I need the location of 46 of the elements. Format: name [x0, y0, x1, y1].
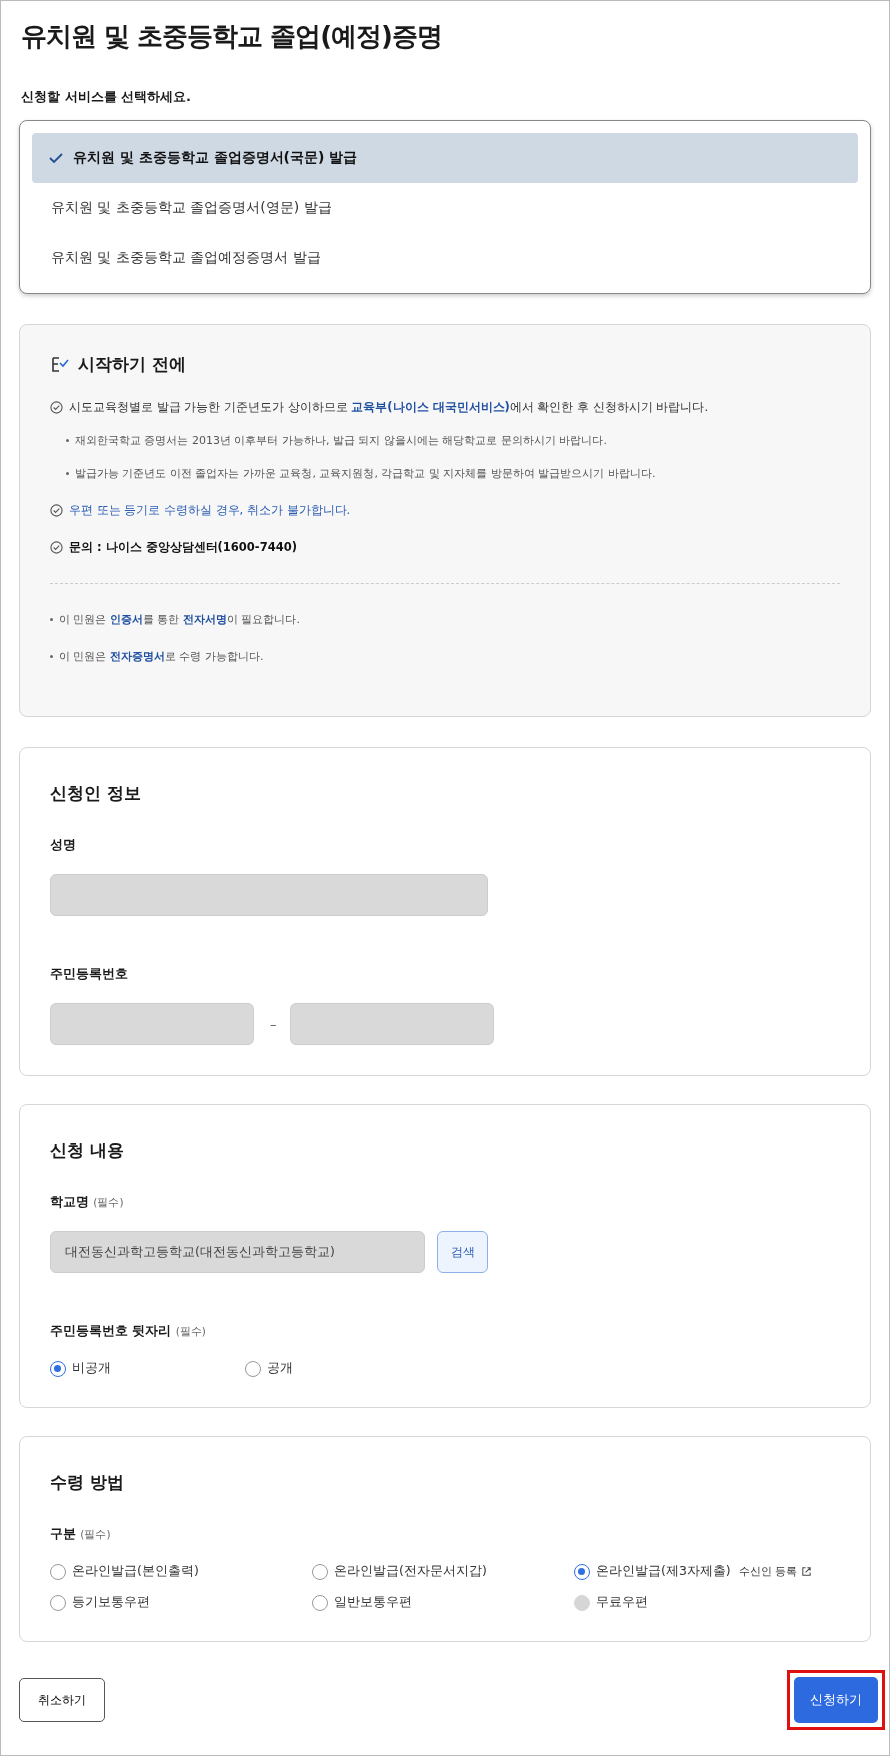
note-text: 이 민원은 인증서를 통한 전자서명이 필요합니다. — [59, 612, 300, 627]
bullet-icon — [66, 439, 69, 442]
check-circle-icon — [50, 401, 63, 414]
required-note: (필수) — [93, 1196, 124, 1208]
radio-option[interactable]: 온라인발급(전자문서지갑) — [312, 1563, 487, 1580]
field-label: 학교명 — [50, 1194, 89, 1209]
radio-option[interactable]: 일반보통우편 — [312, 1594, 412, 1611]
field-label: 성명 — [50, 837, 77, 854]
field-label: 주민등록번호 뒷자리 — [50, 1323, 172, 1338]
field-label: 주민등록번호 — [50, 966, 129, 983]
bullet-icon — [50, 618, 53, 621]
notice-detail: 발급가능 기준년도 이전 졸업자는 가까운 교육청, 교육지원청, 각급학교 및 지자체를 방문하여 발급받으시기 바랍니다. — [75, 466, 656, 481]
radio-option[interactable]: 등기보통우편 — [50, 1594, 150, 1611]
radio-option[interactable]: 온라인발급(제3자제출) — [574, 1563, 731, 1580]
service-option[interactable]: 유치원 및 초중등학교 졸업예정증명서 발급 — [32, 233, 858, 283]
recipient-link[interactable]: 수신인 등록 — [738, 1564, 813, 1579]
note-text: 이 민원은 전자증명서로 수령 가능합니다. — [59, 649, 264, 664]
notice-text: 문의 : 나이스 중앙상담센터(1600-7440) — [69, 540, 297, 555]
dash-separator: – — [270, 1016, 274, 1032]
check-icon — [49, 152, 63, 164]
checklist-icon — [50, 354, 70, 375]
external-link-icon — [801, 1566, 813, 1577]
check-circle-icon — [50, 541, 63, 554]
check-circle-icon — [50, 504, 63, 517]
section-title: 시작하기 전에 — [78, 353, 186, 376]
radio-option[interactable]: 비공개 — [50, 1360, 245, 1377]
service-option[interactable]: 유치원 및 초중등학교 졸업증명서(국문) 발급 — [32, 133, 858, 183]
required-note: (필수) — [175, 1325, 206, 1337]
bullet-icon — [66, 472, 69, 475]
field-label: 구분 — [50, 1526, 76, 1541]
service-option[interactable]: 유치원 및 초중등학교 졸업증명서(영문) 발급 — [32, 183, 858, 233]
submit-button[interactable]: 신청하기 — [794, 1677, 878, 1723]
service-prompt: 신청할 서비스를 선택하세요. — [21, 88, 192, 106]
required-note: (필수) — [80, 1528, 111, 1540]
section-title: 신청 내용 — [50, 1139, 125, 1162]
notice-text: 우편 또는 등기로 수령하실 경우, 취소가 불가합니다. — [69, 503, 351, 518]
radio-option[interactable]: 공개 — [245, 1360, 440, 1377]
notice-detail: 재외한국학교 증명서는 2013년 이후부터 가능하나, 발급 되지 않을시에는 해당학교로 문의하시기 바랍니다. — [75, 433, 607, 448]
cancel-button[interactable]: 취소하기 — [19, 1678, 105, 1722]
radio-option[interactable]: 온라인발급(본인출력) — [50, 1563, 199, 1580]
search-button[interactable]: 검색 — [437, 1231, 488, 1273]
section-title: 신청인 정보 — [50, 782, 142, 805]
page-title: 유치원 및 초중등학교 졸업(예정)증명 — [21, 20, 443, 53]
bullet-icon — [50, 655, 53, 658]
section-title: 수령 방법 — [50, 1471, 125, 1494]
notice-text: 시도교육청별로 발급 가능한 기준년도가 상이하므로 교육부(나이스 대국민서비스)에서 확인한 후 신청하시기 바랍니다. — [69, 400, 709, 415]
